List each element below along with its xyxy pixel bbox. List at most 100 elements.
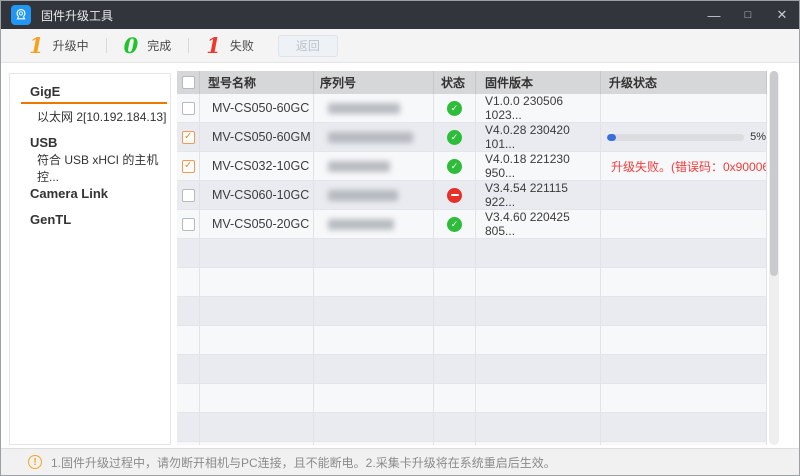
back-button[interactable]: 返回 xyxy=(278,35,338,57)
sidebar-item-cameralink[interactable]: Camera Link xyxy=(10,180,170,206)
table-header-row: 型号名称 序列号 状态 固件版本 升级状态 xyxy=(177,71,767,94)
row-checkbox[interactable] xyxy=(182,131,195,144)
row-checkbox-cell xyxy=(177,413,200,441)
titlebar: 固件升级工具 — □ ✕ xyxy=(1,1,799,29)
app-icon xyxy=(11,5,31,25)
firmware-cell-text: V3.4.60 220425 805... xyxy=(476,210,601,238)
table-row[interactable]: MV-CS050-60GC V1.0.0 230506 1023... xyxy=(177,94,767,123)
empty-table-row[interactable] xyxy=(177,355,767,384)
empty-table-row[interactable] xyxy=(177,297,767,326)
firmware-cell-text: V4.0.28 230420 101... xyxy=(476,123,601,151)
upgrade-cell xyxy=(601,413,767,441)
row-checkbox-cell xyxy=(177,210,200,238)
status-icon xyxy=(447,188,462,203)
row-checkbox-cell xyxy=(177,384,200,412)
firmware-cell-text xyxy=(476,442,601,445)
row-checkbox[interactable] xyxy=(182,189,195,202)
stat-upgrading-value: 1 xyxy=(29,35,44,56)
interface-sidebar: GigE 以太网 2[10.192.184.13] USB 符合 USB xHC… xyxy=(9,73,171,445)
stat-upgrading: 1 升级中 xyxy=(29,35,89,56)
row-checkbox-cell xyxy=(177,239,200,267)
header-serial: 序列号 xyxy=(314,71,434,94)
serial-blur xyxy=(328,161,390,172)
sidebar-item-gige[interactable]: GigE xyxy=(10,78,170,104)
row-checkbox-cell xyxy=(177,123,200,151)
window-title: 固件升级工具 xyxy=(41,7,113,24)
empty-table-row[interactable] xyxy=(177,384,767,413)
status-cell xyxy=(434,181,476,209)
serial-blur xyxy=(328,132,413,143)
serial-cell xyxy=(314,94,434,122)
status-cell xyxy=(434,152,476,180)
firmware-cell-text xyxy=(476,355,601,383)
status-cell xyxy=(434,239,476,267)
footer-notice-text: 1.固件升级过程中，请勿断开相机与PC连接，且不能断电。2.采集卡升级将在系统重… xyxy=(51,454,556,471)
stat-failed: 1 失败 xyxy=(206,35,254,56)
select-all-checkbox[interactable] xyxy=(182,76,195,89)
firmware-cell-text xyxy=(476,413,601,441)
row-checkbox-cell xyxy=(177,94,200,122)
serial-cell xyxy=(314,355,434,383)
row-checkbox[interactable] xyxy=(182,218,195,231)
empty-table-row[interactable] xyxy=(177,268,767,297)
maximize-button[interactable]: □ xyxy=(731,1,765,29)
firmware-cell-text xyxy=(476,268,601,296)
footer-notice-bar: ! 1.固件升级过程中，请勿断开相机与PC连接，且不能断电。2.采集卡升级将在系… xyxy=(1,448,799,475)
serial-cell xyxy=(314,384,434,412)
empty-table-row[interactable] xyxy=(177,326,767,355)
row-checkbox[interactable] xyxy=(182,160,195,173)
serial-cell xyxy=(314,181,434,209)
row-checkbox[interactable] xyxy=(182,102,195,115)
row-checkbox-cell xyxy=(177,326,200,354)
row-checkbox-cell xyxy=(177,181,200,209)
status-cell xyxy=(434,94,476,122)
serial-blur xyxy=(328,219,394,230)
upgrade-cell xyxy=(601,210,767,238)
status-cell xyxy=(434,210,476,238)
minimize-button[interactable]: — xyxy=(697,1,731,29)
table-row[interactable]: MV-CS050-60GM V4.0.28 230420 101... 5% xyxy=(177,123,767,152)
status-cell xyxy=(434,355,476,383)
firmware-cell-text xyxy=(476,326,601,354)
empty-table-row[interactable] xyxy=(177,442,767,445)
upgrade-cell xyxy=(601,94,767,122)
status-cell xyxy=(434,326,476,354)
upgrade-cell xyxy=(601,239,767,267)
table-scrollbar-thumb[interactable] xyxy=(770,71,778,276)
table-scrollbar-track[interactable] xyxy=(769,71,779,445)
sidebar-item-gentl[interactable]: GenTL xyxy=(10,206,170,232)
table-row[interactable]: MV-CS050-20GC V3.4.60 220425 805... xyxy=(177,210,767,239)
status-icon xyxy=(447,159,462,174)
toolbar: 1 升级中 0 完成 1 失败 返回 xyxy=(1,29,799,63)
divider xyxy=(106,38,107,53)
status-icon xyxy=(447,130,462,145)
sidebar-item-usb-host[interactable]: 符合 USB xHCI 的主机控... xyxy=(10,155,170,180)
model-cell-text xyxy=(200,239,314,267)
stat-completed-value: 0 xyxy=(124,35,139,56)
empty-table-row[interactable] xyxy=(177,239,767,268)
device-table: 型号名称 序列号 状态 固件版本 升级状态 MV-CS050-60GC V1.0… xyxy=(177,71,767,445)
warning-icon: ! xyxy=(28,455,42,469)
table-row[interactable]: MV-CS060-10GC V3.4.54 221115 922... xyxy=(177,181,767,210)
status-cell xyxy=(434,384,476,412)
upgrade-error-text: 升级失败。(错误码：0x90006... xyxy=(601,158,767,175)
row-checkbox-cell xyxy=(177,152,200,180)
empty-table-row[interactable] xyxy=(177,413,767,442)
header-status: 状态 xyxy=(434,71,476,94)
upgrade-cell: 升级失败。(错误码：0x90006... xyxy=(601,152,767,180)
model-cell-text: MV-CS050-20GC xyxy=(200,210,314,238)
progress-label: 5% xyxy=(750,131,766,143)
upgrade-cell xyxy=(601,442,767,445)
close-button[interactable]: ✕ xyxy=(765,1,799,29)
stat-completed-label: 完成 xyxy=(147,37,171,54)
sidebar-item-ethernet[interactable]: 以太网 2[10.192.184.13] xyxy=(10,104,170,129)
model-cell-text xyxy=(200,326,314,354)
firmware-cell-text xyxy=(476,239,601,267)
table-row[interactable]: MV-CS032-10GC V4.0.18 221230 950... 升级失败… xyxy=(177,152,767,181)
upgrade-progress: 5% xyxy=(601,131,766,143)
serial-cell xyxy=(314,326,434,354)
serial-blur xyxy=(328,103,400,114)
model-cell-text: MV-CS032-10GC xyxy=(200,152,314,180)
serial-blur xyxy=(328,190,398,201)
status-cell xyxy=(434,413,476,441)
